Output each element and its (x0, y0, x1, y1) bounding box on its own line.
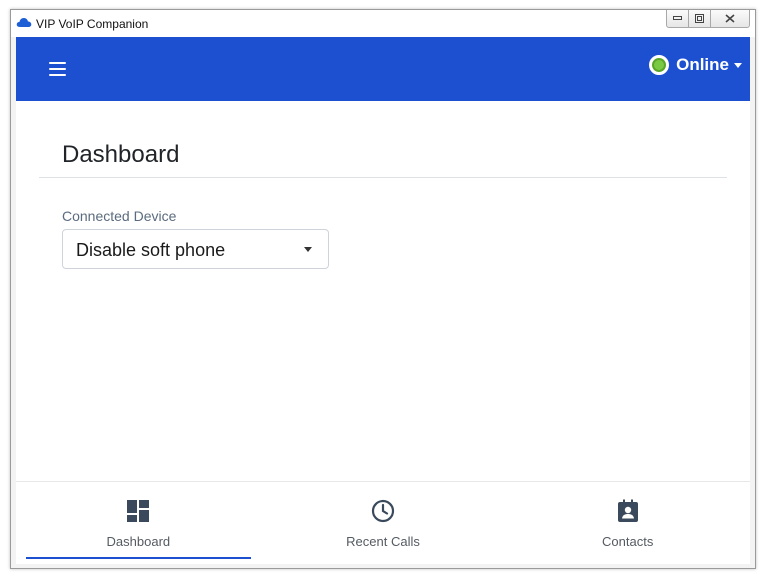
bottom-nav: Dashboard Recent Calls Contacts (16, 481, 750, 564)
main-content: Dashboard Connected Device Disable soft … (16, 101, 750, 481)
nav-item-dashboard[interactable]: Dashboard (16, 482, 261, 564)
nav-label-recent-calls: Recent Calls (346, 534, 420, 549)
close-button[interactable] (710, 10, 750, 28)
title-divider (39, 177, 727, 178)
nav-item-recent-calls[interactable]: Recent Calls (261, 482, 506, 564)
active-tab-indicator (26, 557, 251, 559)
minimize-icon (673, 16, 682, 20)
connected-device-label: Connected Device (62, 208, 177, 224)
cloud-icon (16, 17, 32, 27)
app-window: VIP VoIP Companion Online Dashboard Conn… (10, 9, 756, 569)
nav-item-contacts[interactable]: Contacts (505, 482, 750, 564)
clock-icon (371, 499, 395, 523)
status-label: Online (676, 55, 729, 74)
app-header: Online (16, 37, 750, 101)
contacts-icon (617, 499, 638, 522)
nav-label-contacts: Contacts (602, 534, 654, 549)
restore-icon (695, 14, 704, 23)
page-title: Dashboard (62, 141, 180, 168)
hamburger-menu-icon[interactable] (48, 60, 68, 78)
minimize-button[interactable] (666, 10, 689, 28)
chevron-down-icon (304, 247, 312, 252)
title-bar[interactable]: VIP VoIP Companion (11, 10, 755, 37)
connected-device-value: Disable soft phone (76, 240, 226, 260)
dashboard-icon (127, 500, 150, 522)
window-controls (666, 10, 750, 28)
close-icon (725, 14, 735, 23)
nav-label-dashboard: Dashboard (106, 534, 171, 549)
status-indicator-icon (649, 55, 670, 75)
restore-button[interactable] (688, 10, 711, 28)
window-title: VIP VoIP Companion (36, 17, 149, 31)
status-dropdown[interactable]: Online (649, 55, 742, 75)
chevron-down-icon (734, 62, 742, 68)
connected-device-select[interactable]: Disable soft phone (62, 229, 329, 269)
